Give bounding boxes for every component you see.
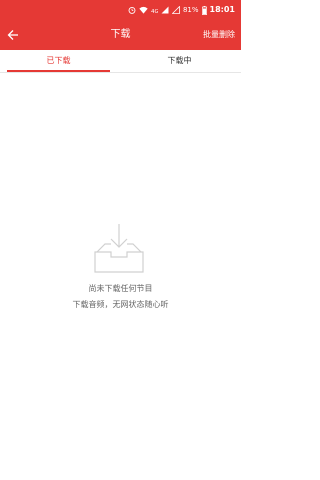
network-4g-icon: 4G xyxy=(151,9,158,14)
battery-percent: 81% xyxy=(182,6,199,14)
signal-icon xyxy=(161,6,169,14)
tab-bar: 已下载 下载中 xyxy=(0,50,241,73)
alarm-icon xyxy=(128,6,136,14)
tab-active-indicator xyxy=(7,70,110,72)
svg-text:4G: 4G xyxy=(151,9,158,14)
signal-icon-2 xyxy=(171,6,180,14)
status-icons: 4G 81% 18:01 xyxy=(128,5,235,15)
tab-downloaded[interactable]: 已下载 xyxy=(7,50,110,72)
batch-delete-button[interactable]: 批量删除 xyxy=(203,20,235,50)
empty-message-title: 尚未下载任何节目 xyxy=(88,284,153,293)
download-tray-icon xyxy=(94,224,144,273)
status-bar: 4G 81% 18:01 xyxy=(0,0,241,20)
battery-icon xyxy=(201,5,207,15)
wifi-icon xyxy=(139,6,148,14)
app-bar: 下载 批量删除 xyxy=(0,20,241,50)
status-time: 18:01 xyxy=(209,5,235,14)
empty-message-subtitle: 下载音频，无网状态随心听 xyxy=(72,300,169,309)
tab-downloading[interactable]: 下载中 xyxy=(128,50,231,72)
